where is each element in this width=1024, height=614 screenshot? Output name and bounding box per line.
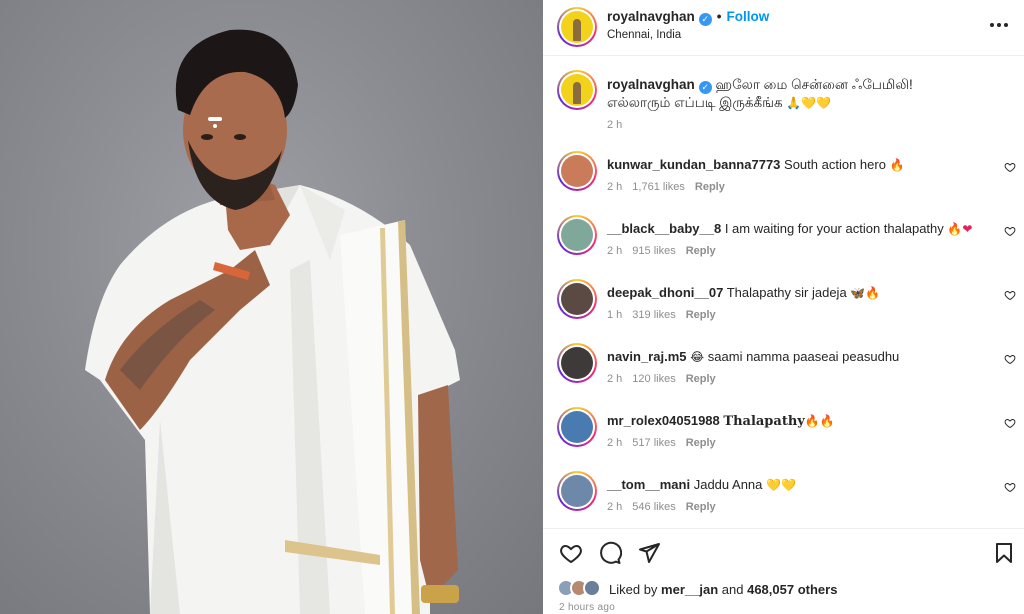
likes-middle: and — [721, 581, 744, 597]
comment-body: saami namma paaseai peasudhu — [707, 349, 900, 364]
comment-like-heart-icon[interactable] — [1004, 161, 1016, 173]
comment-bubble-icon[interactable] — [598, 541, 622, 565]
comment-text: kunwar_kundan_banna7773 South action her… — [607, 157, 987, 173]
comment-time[interactable]: 2 h — [607, 181, 622, 193]
comment-body: Jaddu Anna — [693, 477, 763, 492]
likes-prefix: Liked by — [609, 581, 658, 597]
reply-button[interactable]: Reply — [686, 245, 716, 257]
comment-item: kunwar_kundan_banna7773 South action her… — [543, 151, 1024, 211]
reply-button[interactable]: Reply — [686, 501, 716, 513]
comment-like-heart-icon[interactable] — [1004, 289, 1016, 301]
verified-badge-icon: ✓ — [698, 13, 712, 26]
comment-emoji: 🔥 — [889, 158, 905, 172]
commenter-avatar[interactable] — [557, 151, 597, 191]
commenter-username[interactable]: __black__baby__8 — [607, 221, 721, 236]
likes-summary[interactable]: Liked by mer__jan and 468,057 others — [557, 578, 837, 600]
post-action-bar — [543, 528, 1024, 576]
comment-like-heart-icon[interactable] — [1004, 417, 1016, 429]
follow-button[interactable]: Follow — [727, 9, 770, 24]
comment-likes[interactable]: 1,761 likes — [632, 181, 685, 193]
comment-emoji: 🔥❤ — [947, 222, 973, 236]
comment-emoji: 💛💛 — [766, 478, 796, 492]
commenter-avatar[interactable] — [557, 215, 597, 255]
comment-meta: 1 h 319 likes Reply — [607, 309, 726, 321]
comment-item: mr_rolex04051988 Thalapathy🔥🔥 2 h 517 lik… — [543, 407, 1024, 467]
liker-username[interactable]: mer__jan — [661, 582, 718, 597]
caption-line-2: எல்லாரும் எப்படி இருக்கீங்க — [607, 95, 783, 110]
commenter-avatar[interactable] — [557, 471, 597, 511]
commenter-username[interactable]: deepak_dhoni__07 — [607, 285, 723, 300]
comment-item: navin_raj.m5 😂 saami namma paaseai peasu… — [543, 343, 1024, 403]
comment-emoji: 😂 — [690, 350, 705, 364]
comment-like-heart-icon[interactable] — [1004, 481, 1016, 493]
comment-likes[interactable]: 546 likes — [632, 501, 675, 513]
author-header-line: royalnavghan ✓ • Follow — [607, 9, 769, 26]
comment-likes[interactable]: 120 likes — [632, 373, 675, 385]
bookmark-icon[interactable] — [992, 541, 1016, 565]
comment-time[interactable]: 1 h — [607, 309, 622, 321]
comment-like-heart-icon[interactable] — [1004, 353, 1016, 365]
comment-time[interactable]: 2 h — [607, 501, 622, 513]
reply-button[interactable]: Reply — [695, 181, 725, 193]
reply-button[interactable]: Reply — [686, 309, 716, 321]
post-side-panel: royalnavghan ✓ • Follow Chennai, India roya… — [543, 0, 1024, 614]
comment-meta: 2 h 915 likes Reply — [607, 245, 726, 257]
comment-emoji: 🦋🔥 — [850, 286, 881, 300]
heart-outline-icon[interactable] — [559, 541, 583, 565]
photo-illustration — [85, 29, 460, 614]
send-paper-plane-icon[interactable] — [637, 541, 661, 565]
caption-time[interactable]: 2 h — [607, 119, 622, 131]
comment-time[interactable]: 2 h — [607, 373, 622, 385]
comment-body: I am waiting for your action thalapathy — [724, 221, 944, 236]
comment-meta: 2 h 1,761 likes Reply — [607, 181, 735, 193]
reply-button[interactable]: Reply — [686, 437, 716, 449]
comment-body: Thalapathy — [723, 414, 805, 429]
comment-body: Thalapathy sir jadeja — [726, 285, 847, 300]
more-options-icon[interactable] — [988, 14, 1010, 36]
caption-author-avatar[interactable] — [557, 70, 597, 110]
comment-text: deepak_dhoni__07 Thalapathy sir jadeja 🦋… — [607, 285, 987, 301]
comment-likes[interactable]: 915 likes — [632, 245, 675, 257]
reply-button[interactable]: Reply — [686, 373, 716, 385]
comment-likes[interactable]: 517 likes — [632, 437, 675, 449]
commenter-username[interactable]: mr_rolex04051988 — [607, 413, 720, 428]
author-avatar[interactable] — [557, 7, 597, 47]
commenter-avatar[interactable] — [557, 407, 597, 447]
commenter-username[interactable]: navin_raj.m5 — [607, 349, 687, 364]
commenter-avatar[interactable] — [557, 343, 597, 383]
comment-meta: 2 h 517 likes Reply — [607, 437, 726, 449]
commenter-username[interactable]: kunwar_kundan_banna7773 — [607, 157, 780, 172]
caption-line-1: ஹலோ மை சென்னை ஃபேமிலி! — [715, 77, 913, 92]
caption-emojis: 🙏💛💛 — [786, 96, 832, 110]
comment-time[interactable]: 2 h — [607, 437, 622, 449]
comment-likes[interactable]: 319 likes — [632, 309, 675, 321]
verified-badge-icon: ✓ — [698, 81, 712, 94]
separator-dot: • — [716, 9, 722, 24]
commenter-avatar[interactable] — [557, 279, 597, 319]
comment-item: __tom__mani Jaddu Anna 💛💛 2 h 546 likes Re… — [543, 471, 1024, 531]
post-time-ago[interactable]: 2 hours ago — [559, 602, 615, 613]
comment-time[interactable]: 2 h — [607, 245, 622, 257]
post-location[interactable]: Chennai, India — [607, 29, 681, 41]
post-header: royalnavghan ✓ • Follow Chennai, India — [543, 0, 1024, 56]
comment-text: navin_raj.m5 😂 saami namma paaseai peasu… — [607, 349, 987, 365]
comment-item: deepak_dhoni__07 Thalapathy sir jadeja 🦋… — [543, 279, 1024, 339]
liker-avatars — [557, 579, 603, 599]
comment-like-heart-icon[interactable] — [1004, 225, 1016, 237]
comment-text: __black__baby__8 I am waiting for your a… — [607, 221, 987, 237]
commenter-username[interactable]: __tom__mani — [607, 477, 690, 492]
caption-username[interactable]: royalnavghan — [607, 77, 695, 92]
comment-body: South action hero — [784, 157, 886, 172]
post-photo[interactable] — [0, 0, 543, 614]
comment-item: __black__baby__8 I am waiting for your a… — [543, 215, 1024, 275]
likes-count[interactable]: 468,057 others — [747, 582, 837, 597]
comment-meta: 2 h 546 likes Reply — [607, 501, 726, 513]
caption-text: royalnavghan ✓ ஹலோ மை சென்னை ஃபேமிலி! எல்… — [607, 76, 987, 112]
comment-text: mr_rolex04051988 Thalapathy🔥🔥 — [607, 413, 987, 430]
author-username[interactable]: royalnavghan — [607, 9, 695, 24]
comment-emoji: 🔥🔥 — [804, 414, 835, 428]
comment-meta: 2 h 120 likes Reply — [607, 373, 726, 385]
comment-text: __tom__mani Jaddu Anna 💛💛 — [607, 477, 987, 493]
post-caption: royalnavghan ✓ ஹலோ மை சென்னை ஃபேமிலி! எல்… — [543, 70, 1024, 140]
